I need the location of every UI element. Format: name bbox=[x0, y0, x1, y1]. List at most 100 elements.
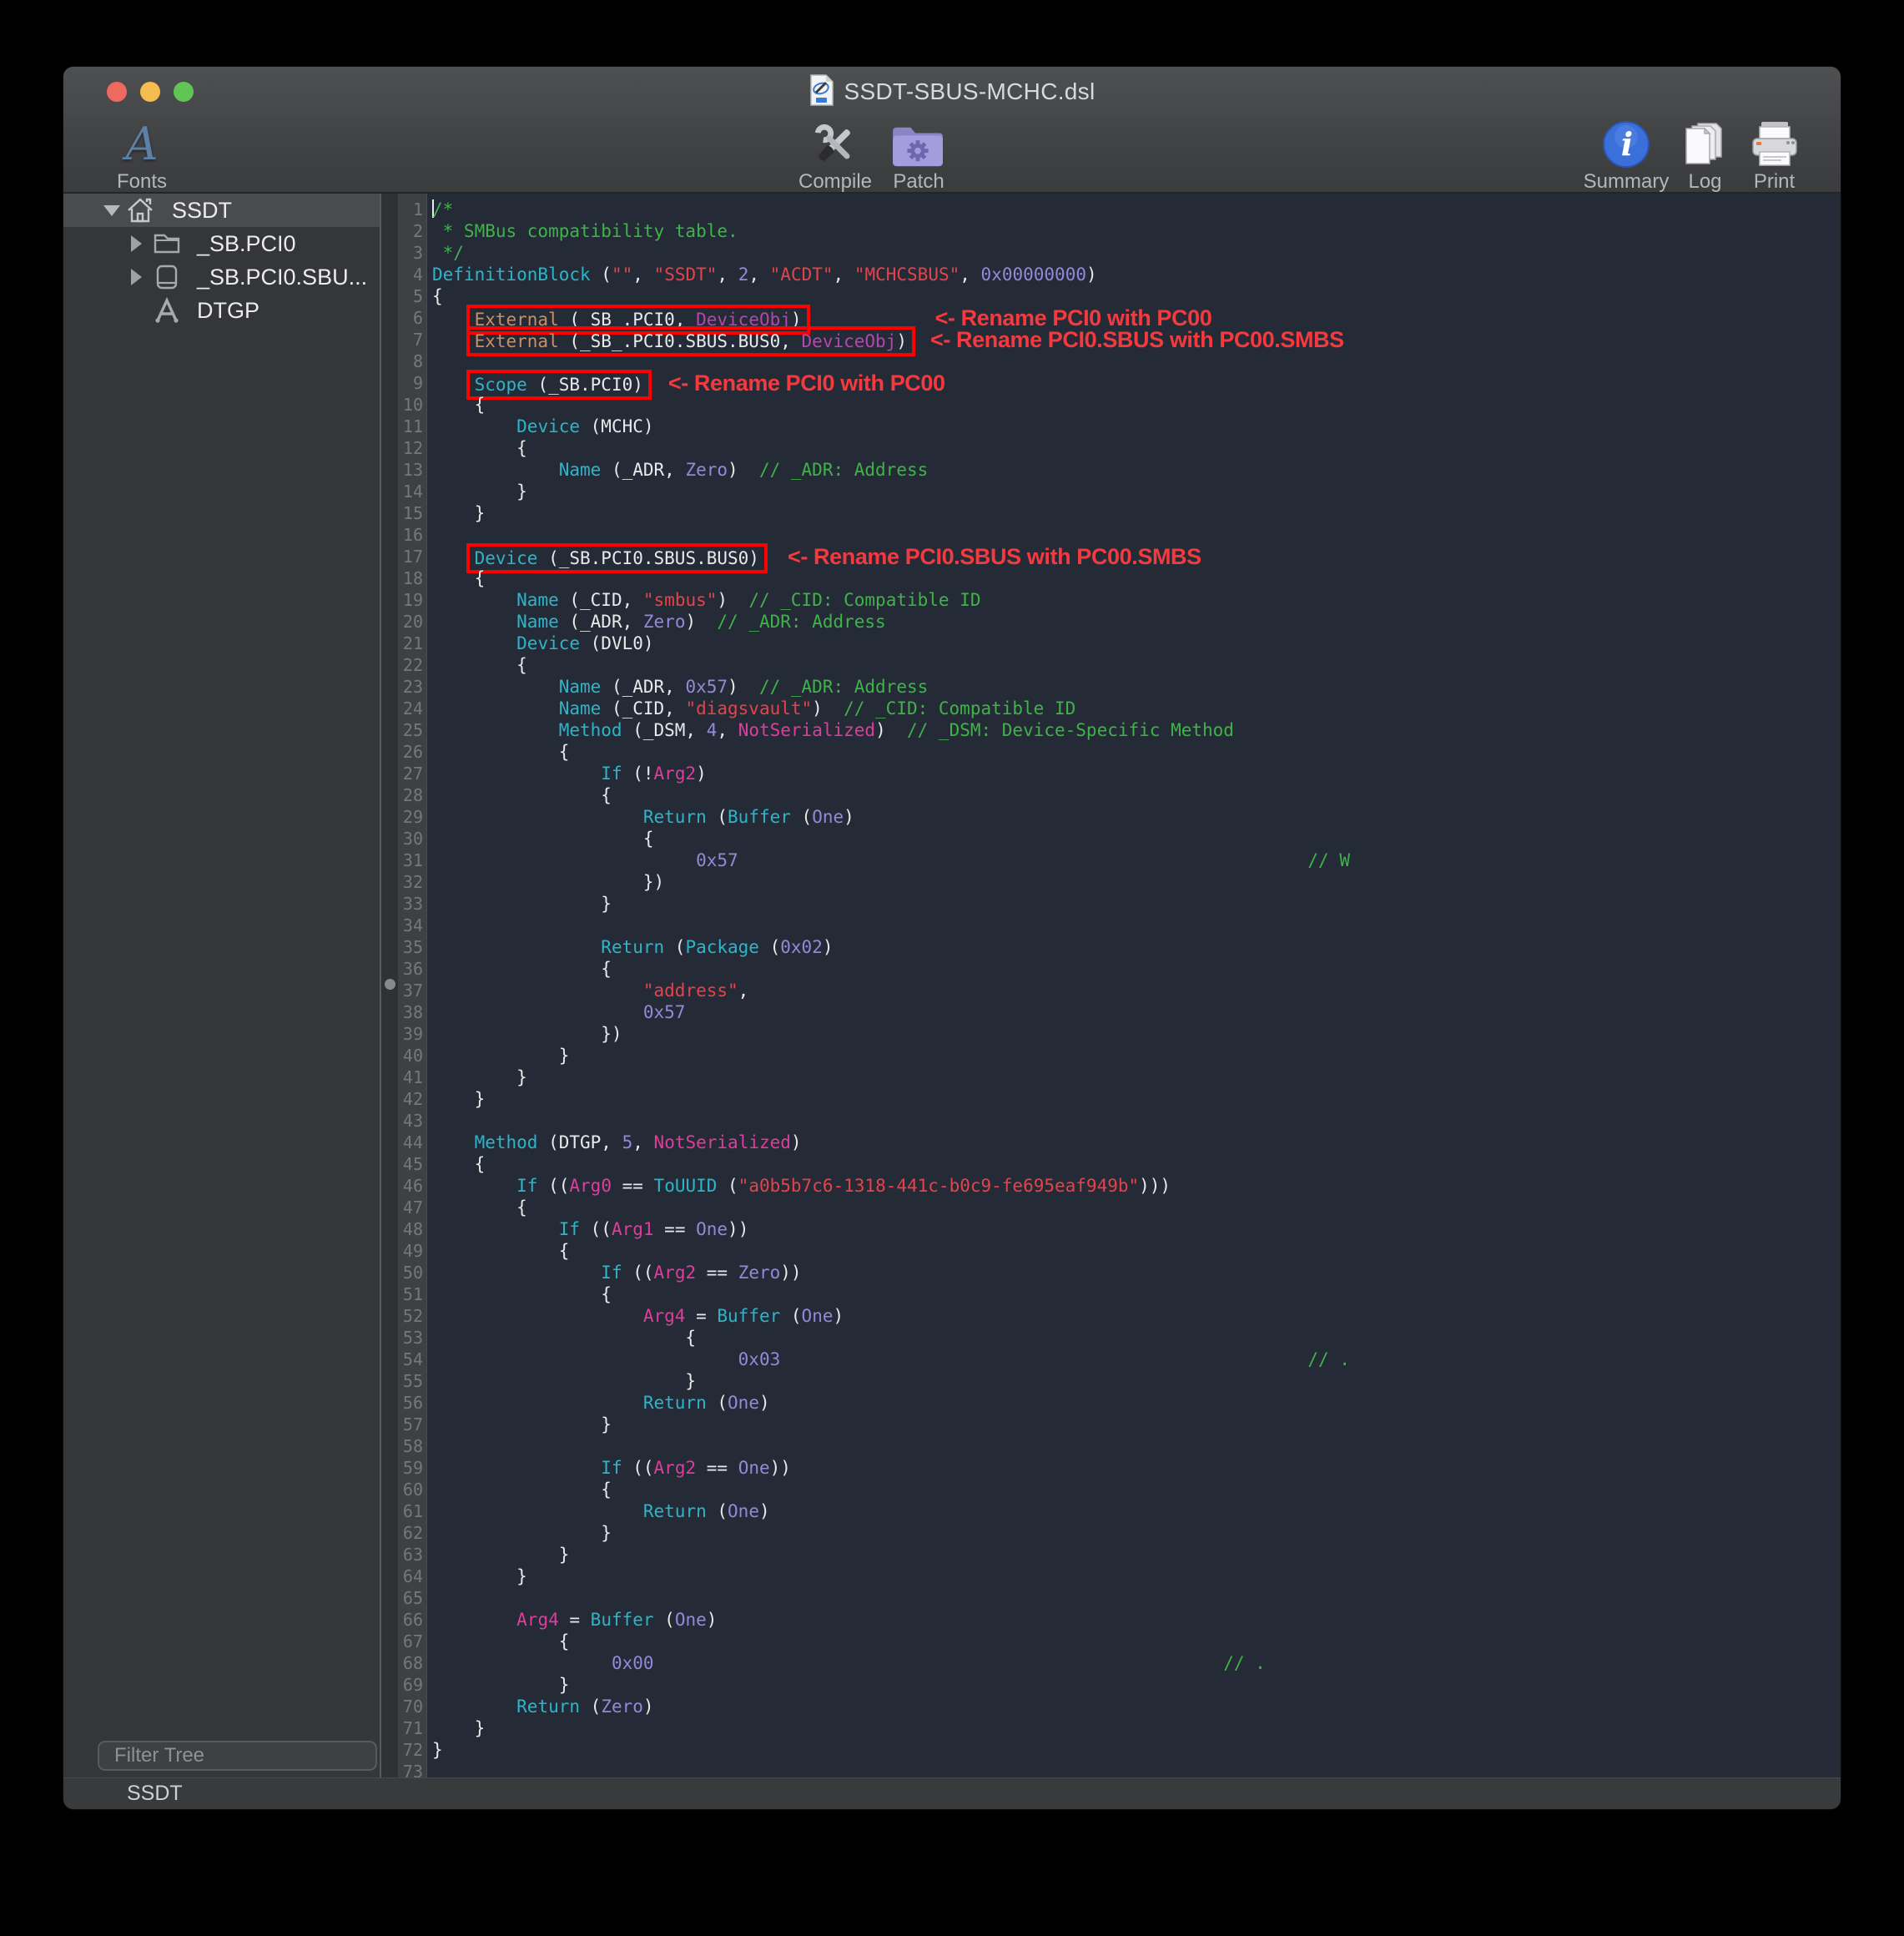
line-number: 19 bbox=[398, 589, 423, 611]
line-number: 14 bbox=[398, 481, 423, 502]
line-number: 70 bbox=[398, 1696, 423, 1717]
patch-folder-gear-icon bbox=[893, 117, 944, 172]
code-line: 63 } bbox=[398, 1544, 1841, 1565]
code-line: 45 { bbox=[398, 1153, 1841, 1175]
code-line: 72} bbox=[398, 1739, 1841, 1761]
line-number: 73 bbox=[398, 1761, 423, 1777]
code-line: 13 Name (_ADR, Zero) // _ADR: Address bbox=[398, 459, 1841, 481]
code-line: 43 bbox=[398, 1110, 1841, 1132]
line-number: 8 bbox=[398, 350, 423, 372]
line-number: 23 bbox=[398, 676, 423, 698]
code-line: 1/* bbox=[398, 199, 1841, 220]
line-number: 59 bbox=[398, 1457, 423, 1479]
line-number: 39 bbox=[398, 1023, 423, 1045]
disclosure-expanded-icon[interactable] bbox=[103, 205, 120, 216]
print-button[interactable]: Print bbox=[1739, 117, 1810, 194]
line-number: 6 bbox=[398, 307, 423, 329]
fonts-button[interactable]: A Fonts bbox=[92, 117, 192, 194]
code-line: 32 }) bbox=[398, 871, 1841, 893]
disclosure-collapsed-icon[interactable] bbox=[131, 235, 142, 252]
line-number: 24 bbox=[398, 698, 423, 719]
line-number: 5 bbox=[398, 285, 423, 307]
code-line: 65 bbox=[398, 1587, 1841, 1609]
log-label: Log bbox=[1688, 170, 1721, 194]
patch-button[interactable]: Patch bbox=[877, 117, 960, 194]
code-line: 3 */ bbox=[398, 242, 1841, 264]
line-number: 7 bbox=[398, 329, 423, 350]
line-number: 20 bbox=[398, 611, 423, 633]
line-number: 47 bbox=[398, 1197, 423, 1218]
code-line: 58 bbox=[398, 1435, 1841, 1457]
code-line: 27 If (!Arg2) bbox=[398, 763, 1841, 784]
folder-icon bbox=[152, 229, 182, 259]
summary-button[interactable]: i Summary bbox=[1572, 117, 1680, 194]
filter-tree-input[interactable] bbox=[114, 1744, 373, 1767]
line-number: 48 bbox=[398, 1218, 423, 1240]
line-number: 55 bbox=[398, 1370, 423, 1392]
line-number: 28 bbox=[398, 784, 423, 806]
line-number: 25 bbox=[398, 719, 423, 741]
line-number: 18 bbox=[398, 567, 423, 589]
sidebar-item-sb-pci0-sbus[interactable]: _SB.PCI0.SBU... bbox=[63, 260, 380, 294]
log-button[interactable]: Log bbox=[1670, 117, 1740, 194]
printer-icon bbox=[1750, 117, 1800, 172]
code-line: 29 Return (Buffer (One) bbox=[398, 806, 1841, 828]
line-number: 69 bbox=[398, 1674, 423, 1696]
compile-label: Compile bbox=[798, 170, 872, 194]
sidebar-item-dtgp[interactable]: DTGP bbox=[63, 294, 380, 327]
sidebar-item-sb-pci0[interactable]: _SB.PCI0 bbox=[63, 227, 380, 260]
code-line: 52 Arg4 = Buffer (One) bbox=[398, 1305, 1841, 1327]
line-number: 66 bbox=[398, 1609, 423, 1631]
line-number: 34 bbox=[398, 915, 423, 936]
line-number: 44 bbox=[398, 1132, 423, 1153]
line-number: 31 bbox=[398, 850, 423, 871]
line-number: 27 bbox=[398, 763, 423, 784]
code-line: 28 { bbox=[398, 784, 1841, 806]
line-number: 11 bbox=[398, 416, 423, 437]
info-icon: i bbox=[1602, 117, 1650, 172]
line-number: 35 bbox=[398, 936, 423, 958]
code-line: 54 0x03 // . bbox=[398, 1349, 1841, 1370]
compile-button[interactable]: Compile bbox=[781, 117, 889, 194]
code-line: 2 * SMBus compatibility table. bbox=[398, 220, 1841, 242]
line-number: 16 bbox=[398, 524, 423, 546]
device-icon bbox=[152, 262, 182, 292]
toolbar: A Fonts Compile bbox=[63, 117, 1841, 194]
code-line: 22 { bbox=[398, 654, 1841, 676]
content-area: SSDT _SB.PCI0 _SB.PCI0.SBU... bbox=[63, 194, 1841, 1777]
sidebar-item-label: _SB.PCI0 bbox=[197, 231, 296, 257]
line-number: 43 bbox=[398, 1110, 423, 1132]
code-line: 44 Method (DTGP, 5, NotSerialized) bbox=[398, 1132, 1841, 1153]
code-line: 50 If ((Arg2 == Zero)) bbox=[398, 1262, 1841, 1283]
filter-tree-field[interactable] bbox=[98, 1741, 377, 1771]
line-number: 62 bbox=[398, 1522, 423, 1544]
rename-highlight-box: Device (_SB.PCI0.SBUS.BUS0) bbox=[466, 543, 768, 573]
line-number: 41 bbox=[398, 1066, 423, 1088]
code-line: 14 } bbox=[398, 481, 1841, 502]
line-number: 33 bbox=[398, 893, 423, 915]
compile-hammer-wrench-icon bbox=[809, 117, 861, 172]
code-line: 62 } bbox=[398, 1522, 1841, 1544]
method-icon bbox=[152, 295, 182, 325]
code-line: 36 { bbox=[398, 958, 1841, 980]
line-number: 26 bbox=[398, 741, 423, 763]
code-line: 35 Return (Package (0x02) bbox=[398, 936, 1841, 958]
code-line: 71 } bbox=[398, 1717, 1841, 1739]
line-number: 2 bbox=[398, 220, 423, 242]
line-number: 54 bbox=[398, 1349, 423, 1370]
summary-label: Summary bbox=[1584, 170, 1670, 194]
line-number: 52 bbox=[398, 1305, 423, 1327]
line-number: 49 bbox=[398, 1240, 423, 1262]
document-icon bbox=[809, 74, 834, 110]
code-line: 9 Scope (_SB.PCI0)<- Rename PCI0 with PC… bbox=[398, 372, 1841, 394]
line-number: 15 bbox=[398, 502, 423, 524]
code-editor[interactable]: 1/*2 * SMBus compatibility table.3 */4De… bbox=[398, 194, 1841, 1777]
code-line: 12 { bbox=[398, 437, 1841, 459]
sidebar-item-ssdt[interactable]: SSDT bbox=[63, 194, 380, 227]
splitter-handle-icon[interactable] bbox=[385, 979, 395, 990]
line-number: 65 bbox=[398, 1587, 423, 1609]
code-line: 24 Name (_CID, "diagsvault") // _CID: Co… bbox=[398, 698, 1841, 719]
disclosure-collapsed-icon[interactable] bbox=[131, 269, 142, 285]
status-bar: SSDT bbox=[63, 1777, 1841, 1809]
pane-splitter[interactable] bbox=[380, 194, 398, 1777]
